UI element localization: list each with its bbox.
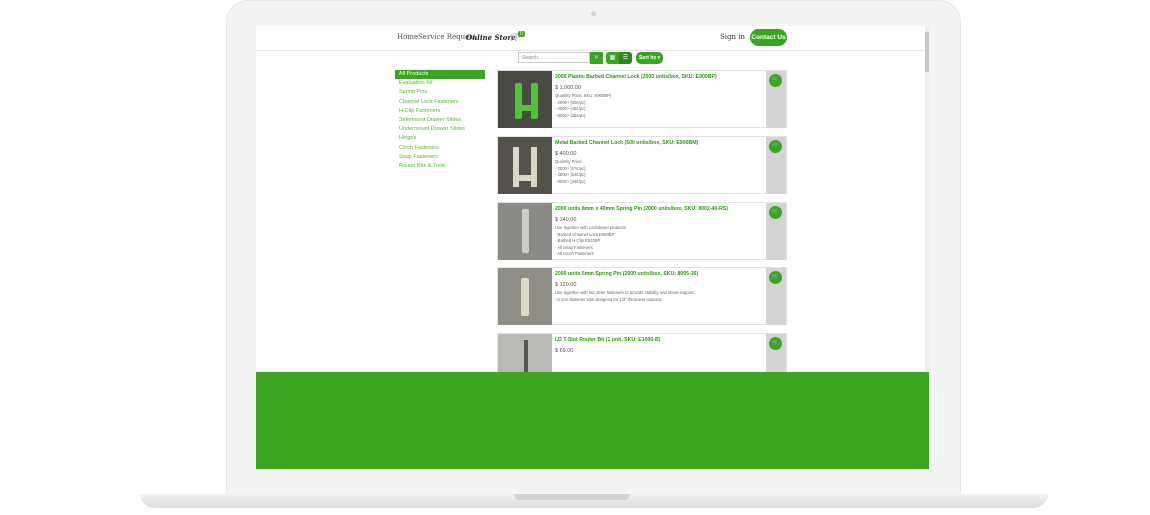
sidebar-item-all-products[interactable]: All Products — [395, 70, 485, 80]
product-price: $ 400.00 — [555, 151, 577, 157]
add-to-cart-icon[interactable]: 🛒 — [769, 337, 782, 350]
top-nav: Home Service Request Online Store 🛒 0 Si… — [256, 26, 925, 51]
list-view-button[interactable]: ☰ — [619, 52, 632, 64]
nav-online-store[interactable]: Online Store — [466, 33, 516, 42]
sidebar-item-channel-lock[interactable]: Channel Lock Fasteners — [395, 98, 485, 107]
sidebar-item-h-clip[interactable]: H-Clip Fasteners — [395, 107, 485, 116]
product-price: $ 120.00 — [555, 282, 577, 288]
product-description: Quantity Price: - 2000+ [57¢/pc] - 4000+… — [555, 159, 586, 184]
sidebar-item-sidemount[interactable]: Sidemount Drawer Slides — [395, 116, 485, 125]
nav-home[interactable]: Home — [397, 33, 418, 41]
product-card[interactable]: Metal Barbed Channel Lock (500 units/box… — [497, 136, 787, 194]
sidebar-item-evaluation-kit[interactable]: Evaluation Kit — [395, 79, 485, 88]
product-name[interactable]: Metal Barbed Channel Lock (500 units/box… — [555, 140, 698, 146]
sidebar-item-snap[interactable]: Snap Fasteners — [395, 153, 485, 162]
product-description: Use together with our other fasteners to… — [555, 290, 695, 302]
sidebar-item-router-bits[interactable]: Router Bits & Tools — [395, 162, 485, 171]
sidebar-item-hinges[interactable]: Hinges — [395, 134, 485, 143]
product-card[interactable]: 2000 units 8mm x 40mm Spring Pin (2000 u… — [497, 202, 787, 260]
product-price: $ 1,000.00 — [555, 85, 581, 91]
add-to-cart-icon[interactable]: 🛒 — [769, 271, 782, 284]
scrollbar[interactable] — [925, 26, 929, 372]
product-name[interactable]: 2000 Plastic Barbed Channel Lock (2000 u… — [555, 74, 717, 80]
search-button[interactable]: ⌕ — [590, 52, 603, 64]
sidebar-item-undermount[interactable]: Undermount Drawer Slides — [395, 125, 485, 134]
category-sidebar: All Products Evaluation Kit Spring Pins … — [395, 70, 485, 171]
product-description: Use together with Lockdowel products: - … — [555, 225, 627, 256]
product-name[interactable]: LD T-Slot Router Bit (1 unit, SKU: E1000… — [555, 337, 660, 343]
camera — [591, 11, 596, 16]
product-image[interactable] — [498, 268, 552, 325]
product-price: $ 69.00 — [555, 348, 574, 354]
add-to-cart-icon[interactable]: 🛒 — [769, 206, 782, 219]
product-name[interactable]: 2000 units 8mm x 40mm Spring Pin (2000 u… — [555, 206, 728, 212]
product-description: Quantity Price: SKU: E900BP) - 2000+ [50… — [555, 93, 612, 118]
sidebar-item-spring-pins[interactable]: Spring Pins — [395, 88, 485, 97]
product-image[interactable] — [498, 203, 552, 260]
product-card[interactable]: 2000 units 5mm Spring Pin (2000 units/bo… — [497, 267, 787, 325]
product-image[interactable] — [498, 71, 552, 128]
product-action-panel: 🛒 — [766, 137, 786, 194]
nav-signin[interactable]: Sign in — [720, 33, 745, 41]
add-to-cart-icon[interactable]: 🛒 — [769, 140, 782, 153]
product-action-panel: 🛒 — [766, 71, 786, 128]
product-action-panel: 🛒 — [766, 203, 786, 260]
laptop-notch — [514, 494, 630, 500]
grid-view-button[interactable]: ▦ — [606, 52, 619, 64]
product-price: $ 140.00 — [555, 217, 577, 223]
sort-button[interactable]: Sort by ▾ — [636, 52, 663, 64]
sidebar-item-cinch[interactable]: Cinch Fasteners — [395, 144, 485, 153]
scrollbar-thumb[interactable] — [925, 32, 929, 72]
search-input[interactable]: Search... — [518, 52, 590, 63]
cart-count: 0 — [518, 31, 525, 37]
add-to-cart-icon[interactable]: 🛒 — [769, 74, 782, 87]
footer — [256, 372, 929, 469]
product-action-panel: 🛒 — [766, 268, 786, 325]
product-name[interactable]: 2000 units 5mm Spring Pin (2000 units/bo… — [555, 271, 698, 277]
product-card[interactable]: 2000 Plastic Barbed Channel Lock (2000 u… — [497, 70, 787, 128]
product-image[interactable] — [498, 137, 552, 194]
contact-button[interactable]: Contact Us — [750, 29, 787, 46]
screen: Home Service Request Online Store 🛒 0 Si… — [256, 26, 929, 469]
